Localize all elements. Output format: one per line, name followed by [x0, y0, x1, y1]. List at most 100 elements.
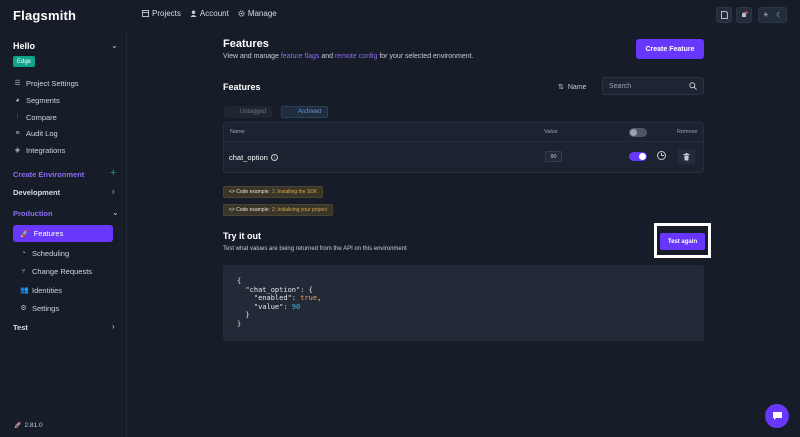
docs-button[interactable]: [716, 7, 732, 23]
nav-projects-label: Projects: [152, 9, 181, 18]
subtitle-text: and: [319, 53, 335, 60]
clock-icon: ◔: [21, 249, 26, 257]
sidebar-item-audit-log[interactable]: ≡ Audit Log: [14, 127, 57, 139]
sidebar-item-label: Integrations: [26, 145, 66, 155]
nav-projects[interactable]: Projects: [142, 9, 181, 18]
column-remove: Remove: [677, 129, 698, 135]
chevron-down-icon[interactable]: ⌄: [112, 208, 119, 217]
code-value: 90: [291, 302, 301, 311]
sidebar-item-scheduling[interactable]: ◔ Scheduling: [20, 247, 69, 259]
column-name: Name: [230, 129, 245, 135]
gear-icon: [238, 10, 245, 17]
code-line: }: [237, 319, 242, 328]
rocket-icon: 🚀: [20, 230, 29, 238]
code-line: "chat_option": {: [237, 285, 313, 294]
chevron-right-icon[interactable]: ›: [112, 322, 115, 331]
version-label: 🚀 2.81.0: [14, 422, 43, 429]
search-icon: [689, 82, 697, 90]
search-input[interactable]: Search: [602, 77, 704, 95]
project-name[interactable]: Hello: [13, 41, 35, 51]
sidebar-item-integrations[interactable]: ◈ Integrations: [14, 144, 65, 156]
code-punct: ,: [317, 294, 322, 302]
sort-button[interactable]: ⇅ Name: [558, 83, 587, 92]
rocket-icon: 🚀: [14, 423, 22, 429]
sidebar-item-label: Project Settings: [26, 78, 79, 88]
feature-name[interactable]: chat_option i: [229, 153, 278, 162]
chat-button[interactable]: [765, 404, 789, 428]
sidebar-item-change-requests[interactable]: ⑂ Change Requests: [20, 265, 92, 277]
toggle-all-switch[interactable]: [629, 128, 647, 137]
theme-toggle[interactable]: ☀ ☾: [758, 7, 787, 23]
notifications-button[interactable]: [736, 7, 752, 23]
code-example-title: 2: Initialising your project: [271, 207, 327, 213]
sliders-icon: ☰: [14, 79, 21, 87]
tag-archived[interactable]: Archived: [281, 106, 329, 118]
branch-icon: ⑂: [21, 267, 26, 275]
chat-icon: [772, 412, 782, 420]
api-response-code: { "chat_option": { "enabled": true, "val…: [223, 265, 704, 341]
code-example-prefix: <> Code example:: [229, 189, 270, 195]
page-title: Features: [223, 38, 269, 50]
code-line: }: [237, 311, 250, 319]
sidebar-item-label: Segments: [26, 95, 60, 105]
try-it-subtitle: Test what values are being returned from…: [223, 246, 407, 252]
create-environment-link[interactable]: Create Environment: [13, 170, 84, 179]
sidebar-item-project-settings[interactable]: ☰ Project Settings: [14, 77, 79, 89]
environment-badge: Edge: [13, 56, 36, 67]
list-icon: ≡: [15, 129, 20, 137]
sidebar-item-settings[interactable]: ⚙ Settings: [20, 302, 59, 314]
env-production[interactable]: Production: [13, 209, 53, 218]
nav-account-label: Account: [199, 9, 229, 18]
create-feature-button[interactable]: Create Feature: [636, 39, 704, 59]
code-example-init[interactable]: <> Code example: 2: Initialising your pr…: [223, 204, 333, 216]
feature-enabled-switch[interactable]: [629, 152, 647, 161]
sidebar-item-label: Compare: [26, 112, 57, 122]
nav-account[interactable]: Account: [190, 9, 229, 18]
column-value: Value: [544, 129, 558, 135]
info-icon[interactable]: i: [270, 154, 278, 161]
subtitle-text: for your selected environment.: [377, 53, 474, 60]
code-value: true: [300, 294, 318, 302]
code-key: "value":: [237, 302, 292, 311]
sidebar-item-label: Identities: [32, 285, 63, 295]
users-icon: 👥: [20, 286, 29, 294]
main-content: Features View and manage feature flags a…: [127, 30, 800, 437]
remote-config-link[interactable]: remote config: [335, 53, 377, 60]
page-subtitle: View and manage feature flags and remote…: [223, 53, 474, 60]
tag-untagged[interactable]: Untagged: [224, 106, 273, 118]
sidebar: Hello ⌄ Edge ☰ Project Settings ◕ Segmen…: [0, 30, 127, 437]
sidebar-item-compare[interactable]: ⫶ Compare: [14, 111, 57, 123]
bell-icon: [742, 11, 748, 17]
test-again-button[interactable]: Test again: [660, 233, 705, 250]
sidebar-item-segments[interactable]: ◕ Segments: [14, 94, 60, 106]
sidebar-item-label: Settings: [32, 303, 60, 313]
sidebar-item-features[interactable]: 🚀 Features: [13, 225, 113, 242]
flagsmith-logo[interactable]: Flagsmith: [13, 8, 76, 23]
top-nav: Projects Account Manage: [142, 9, 277, 18]
code-example-title: 1: Installing the SDK: [271, 189, 318, 195]
moon-icon: ☾: [776, 12, 783, 19]
plus-icon[interactable]: +: [110, 167, 116, 179]
env-test[interactable]: Test: [13, 323, 28, 332]
subtitle-text: View and manage: [223, 53, 281, 60]
nav-manage[interactable]: Manage: [238, 9, 277, 18]
code-example-sdk[interactable]: <> Code example: 1: Installing the SDK: [223, 186, 324, 198]
sidebar-item-label: Scheduling: [32, 248, 70, 258]
code-example-prefix: <> Code example:: [229, 207, 270, 213]
feature-name-text: chat_option: [229, 153, 268, 162]
table-header: Name Value Remove: [224, 123, 703, 142]
user-icon: [190, 10, 197, 17]
chevron-down-icon[interactable]: ⌄: [111, 41, 118, 50]
remove-feature-button[interactable]: [678, 149, 695, 164]
sidebar-item-identities[interactable]: 👥 Identities: [20, 284, 62, 296]
env-development[interactable]: Development: [13, 188, 60, 197]
sort-label: Name: [567, 83, 587, 91]
history-icon[interactable]: [657, 151, 666, 160]
trash-icon: [683, 152, 690, 160]
chevron-right-icon[interactable]: ›: [112, 187, 115, 196]
layers-icon: ◈: [14, 146, 21, 154]
pie-icon: ◕: [15, 96, 20, 104]
sidebar-item-label: Features: [33, 229, 64, 238]
try-it-title: Try it out: [223, 231, 261, 241]
feature-flags-link[interactable]: feature flags: [281, 53, 320, 60]
